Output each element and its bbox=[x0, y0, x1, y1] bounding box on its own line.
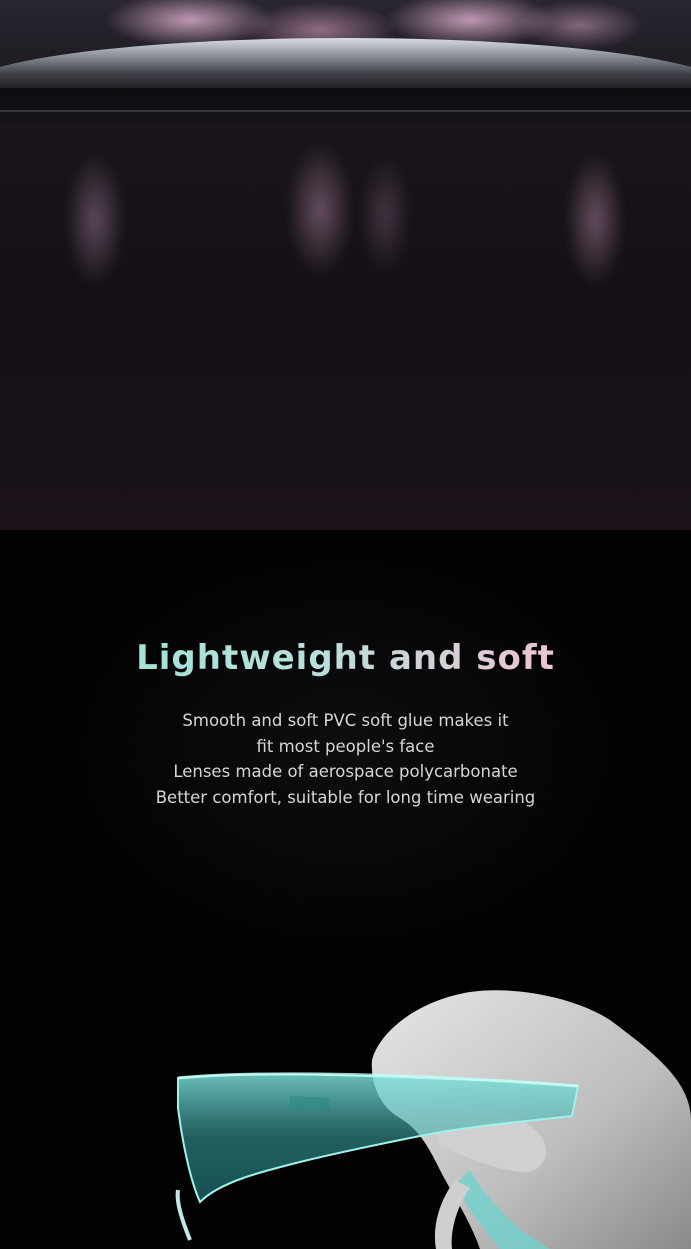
light-reflections bbox=[0, 120, 691, 340]
description-line: fit most people's face bbox=[256, 736, 435, 756]
description-line: Lenses made of aerospace polycarbonate bbox=[173, 762, 518, 781]
feature-headline: Lightweight and soft bbox=[0, 636, 691, 680]
goggle-vent bbox=[290, 1096, 330, 1110]
description-line: Better comfort, suitable for long time w… bbox=[155, 787, 536, 807]
goggle-in-hand-image bbox=[175, 990, 691, 1249]
feature-description: Smooth and soft PVC soft glue makes it f… bbox=[0, 708, 691, 810]
description-line: Smooth and soft PVC soft glue makes it bbox=[182, 711, 509, 730]
surface-edge bbox=[0, 110, 691, 112]
product-hero-image bbox=[0, 0, 691, 530]
goggle-hinge bbox=[175, 1189, 192, 1241]
